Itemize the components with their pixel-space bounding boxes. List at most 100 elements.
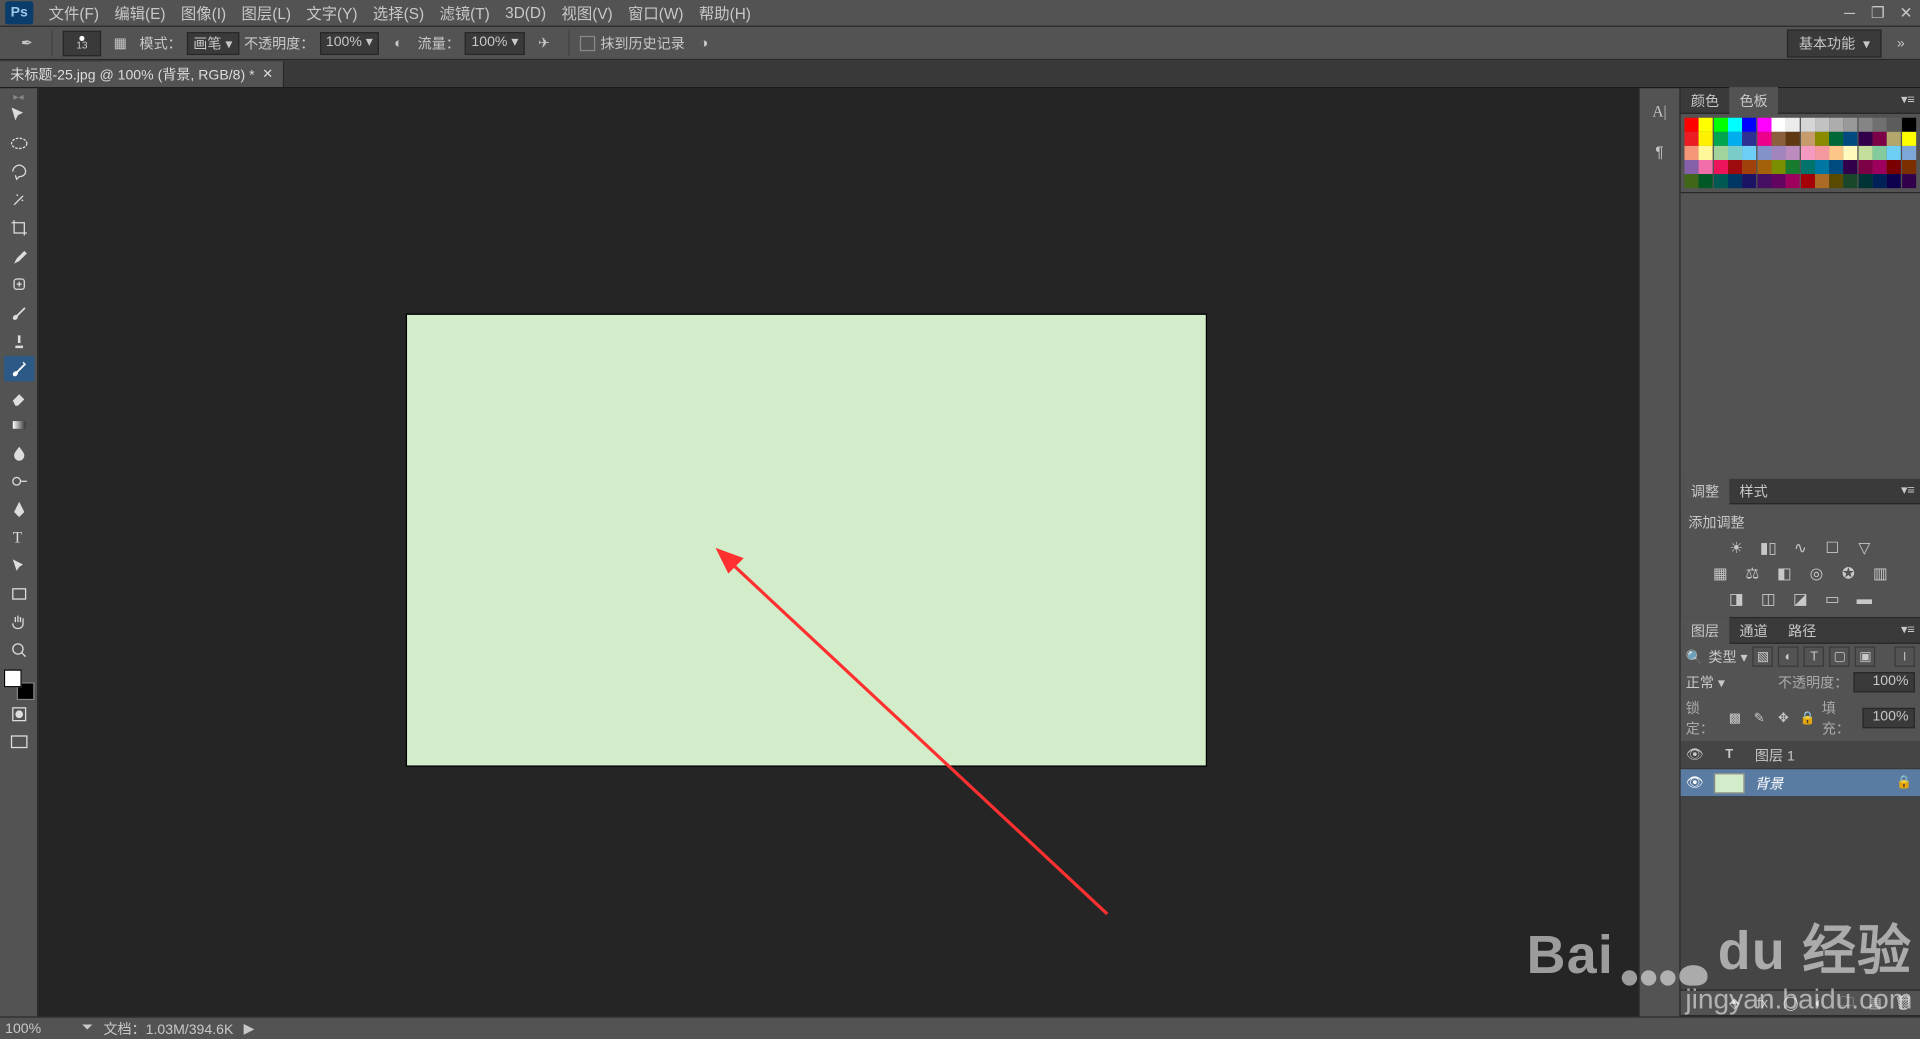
swatch-cell[interactable]	[1728, 132, 1742, 146]
layer-row[interactable]: 👁 背景 🔒	[1681, 769, 1920, 797]
zoom-tool[interactable]	[3, 637, 34, 663]
hand-tool[interactable]	[3, 609, 34, 635]
color-tab[interactable]: 颜色	[1681, 86, 1730, 114]
adjustments-tab[interactable]: 调整	[1681, 477, 1730, 505]
paragraph-panel-icon[interactable]: ¶	[1645, 140, 1673, 166]
invert-icon[interactable]: ◨	[1725, 589, 1748, 609]
swatch-cell[interactable]	[1713, 146, 1727, 160]
swatch-cell[interactable]	[1786, 174, 1800, 188]
swatch-cell[interactable]	[1829, 132, 1843, 146]
balance-icon[interactable]: ⚖	[1741, 563, 1764, 583]
paths-tab[interactable]: 路径	[1778, 616, 1827, 644]
document-info[interactable]: 文档：1.03M/394.6K	[103, 1018, 233, 1038]
channels-tab[interactable]: 通道	[1729, 616, 1778, 644]
gradient-tool[interactable]	[3, 412, 34, 438]
swatch-cell[interactable]	[1742, 132, 1756, 146]
swatch-cell[interactable]	[1800, 174, 1814, 188]
posterize-icon[interactable]: ◫	[1757, 589, 1780, 609]
swatch-cell[interactable]	[1800, 160, 1814, 174]
swatch-cell[interactable]	[1757, 174, 1771, 188]
group-icon[interactable]: 🗀	[1838, 994, 1856, 1012]
swatch-cell[interactable]	[1815, 132, 1829, 146]
lasso-tool[interactable]	[3, 159, 34, 185]
layer-opacity-input[interactable]: 100%	[1853, 672, 1914, 692]
layers-tab[interactable]: 图层	[1681, 616, 1730, 644]
brush-panel-icon[interactable]: ▦	[106, 30, 134, 56]
exposure-icon[interactable]: ☐	[1821, 538, 1844, 558]
swatch-cell[interactable]	[1887, 132, 1901, 146]
visibility-icon[interactable]: 👁	[1686, 746, 1704, 763]
swatch-cell[interactable]	[1844, 146, 1858, 160]
swatch-cell[interactable]	[1829, 118, 1843, 132]
swatch-cell[interactable]	[1713, 132, 1727, 146]
crop-tool[interactable]	[3, 215, 34, 241]
swatch-cell[interactable]	[1728, 174, 1742, 188]
character-panel-icon[interactable]: A|	[1645, 99, 1673, 125]
swatch-cell[interactable]	[1800, 132, 1814, 146]
blur-tool[interactable]	[3, 440, 34, 466]
pen-tool[interactable]	[3, 497, 34, 523]
swatch-cell[interactable]	[1771, 174, 1785, 188]
lock-paint-icon[interactable]: ✎	[1750, 709, 1768, 727]
swatch-cell[interactable]	[1902, 132, 1916, 146]
menu-help[interactable]: 帮助(H)	[691, 0, 758, 28]
swatch-cell[interactable]	[1699, 146, 1713, 160]
history-brush-tool[interactable]	[3, 356, 34, 382]
swatch-cell[interactable]	[1728, 146, 1742, 160]
path-select-tool[interactable]	[3, 553, 34, 579]
curves-icon[interactable]: ∿	[1789, 538, 1812, 558]
swatch-cell[interactable]	[1771, 132, 1785, 146]
swatch-cell[interactable]	[1858, 174, 1872, 188]
swatch-cell[interactable]	[1858, 160, 1872, 174]
gradient-map-icon[interactable]: ▭	[1821, 589, 1844, 609]
toolbox-grip[interactable]: ▸◂	[0, 91, 38, 101]
canvas-area[interactable]	[38, 88, 1638, 1016]
selective-color-icon[interactable]: ▬	[1853, 589, 1876, 609]
minimize-icon[interactable]: ─	[1836, 1, 1864, 24]
swatch-cell[interactable]	[1713, 160, 1727, 174]
document-tab[interactable]: 未标题-25.jpg @ 100% (背景, RGB/8) * ✕	[0, 61, 285, 87]
shape-tool[interactable]	[3, 581, 34, 607]
document-canvas[interactable]	[407, 315, 1206, 766]
swatch-cell[interactable]	[1728, 160, 1742, 174]
close-icon[interactable]: ✕	[1892, 1, 1920, 24]
menu-window[interactable]: 窗口(W)	[620, 0, 691, 28]
filter-toggle[interactable]: ⏽	[1894, 646, 1914, 666]
filter-type-select[interactable]: 类型 ▾	[1708, 646, 1747, 666]
photo-filter-icon[interactable]: ◎	[1805, 563, 1828, 583]
swatch-cell[interactable]	[1902, 146, 1916, 160]
swatches-tab[interactable]: 色板	[1729, 86, 1778, 114]
wand-tool[interactable]	[3, 187, 34, 213]
lock-transparency-icon[interactable]: ▩	[1726, 709, 1744, 727]
swatch-cell[interactable]	[1786, 160, 1800, 174]
vibrance-icon[interactable]: ▽	[1853, 538, 1876, 558]
filter-shape-icon[interactable]: ▢	[1829, 646, 1849, 666]
swatch-grid[interactable]	[1684, 118, 1916, 188]
swatch-cell[interactable]	[1699, 174, 1713, 188]
swatch-cell[interactable]	[1844, 174, 1858, 188]
swatch-cell[interactable]	[1684, 174, 1698, 188]
swatch-cell[interactable]	[1742, 146, 1756, 160]
swatch-cell[interactable]	[1684, 146, 1698, 160]
stamp-tool[interactable]	[3, 328, 34, 354]
color-swatch[interactable]	[3, 669, 34, 700]
blend-mode-select[interactable]: 正常 ▾	[1686, 672, 1763, 692]
swatch-cell[interactable]	[1742, 174, 1756, 188]
swatch-cell[interactable]	[1873, 160, 1887, 174]
layer-row[interactable]: 👁 T 图层 1	[1681, 741, 1920, 769]
panel-menu-icon[interactable]: ▾≡	[1896, 93, 1920, 107]
fx-icon[interactable]: fx	[1754, 994, 1772, 1012]
layer-name[interactable]: 图层 1	[1755, 744, 1795, 764]
swatch-cell[interactable]	[1887, 174, 1901, 188]
swatch-cell[interactable]	[1713, 174, 1727, 188]
bw-icon[interactable]: ◧	[1773, 563, 1796, 583]
history-checkbox[interactable]	[580, 35, 595, 50]
swatch-cell[interactable]	[1815, 118, 1829, 132]
adjustment-layer-icon[interactable]: ◐	[1810, 994, 1828, 1012]
filter-pixel-icon[interactable]: ▧	[1753, 646, 1773, 666]
collapse-panels-icon[interactable]: »	[1887, 30, 1915, 56]
channel-mixer-icon[interactable]: ✪	[1837, 563, 1860, 583]
swatch-cell[interactable]	[1771, 160, 1785, 174]
swatch-cell[interactable]	[1757, 146, 1771, 160]
panel-menu-icon[interactable]: ▾≡	[1896, 484, 1920, 498]
